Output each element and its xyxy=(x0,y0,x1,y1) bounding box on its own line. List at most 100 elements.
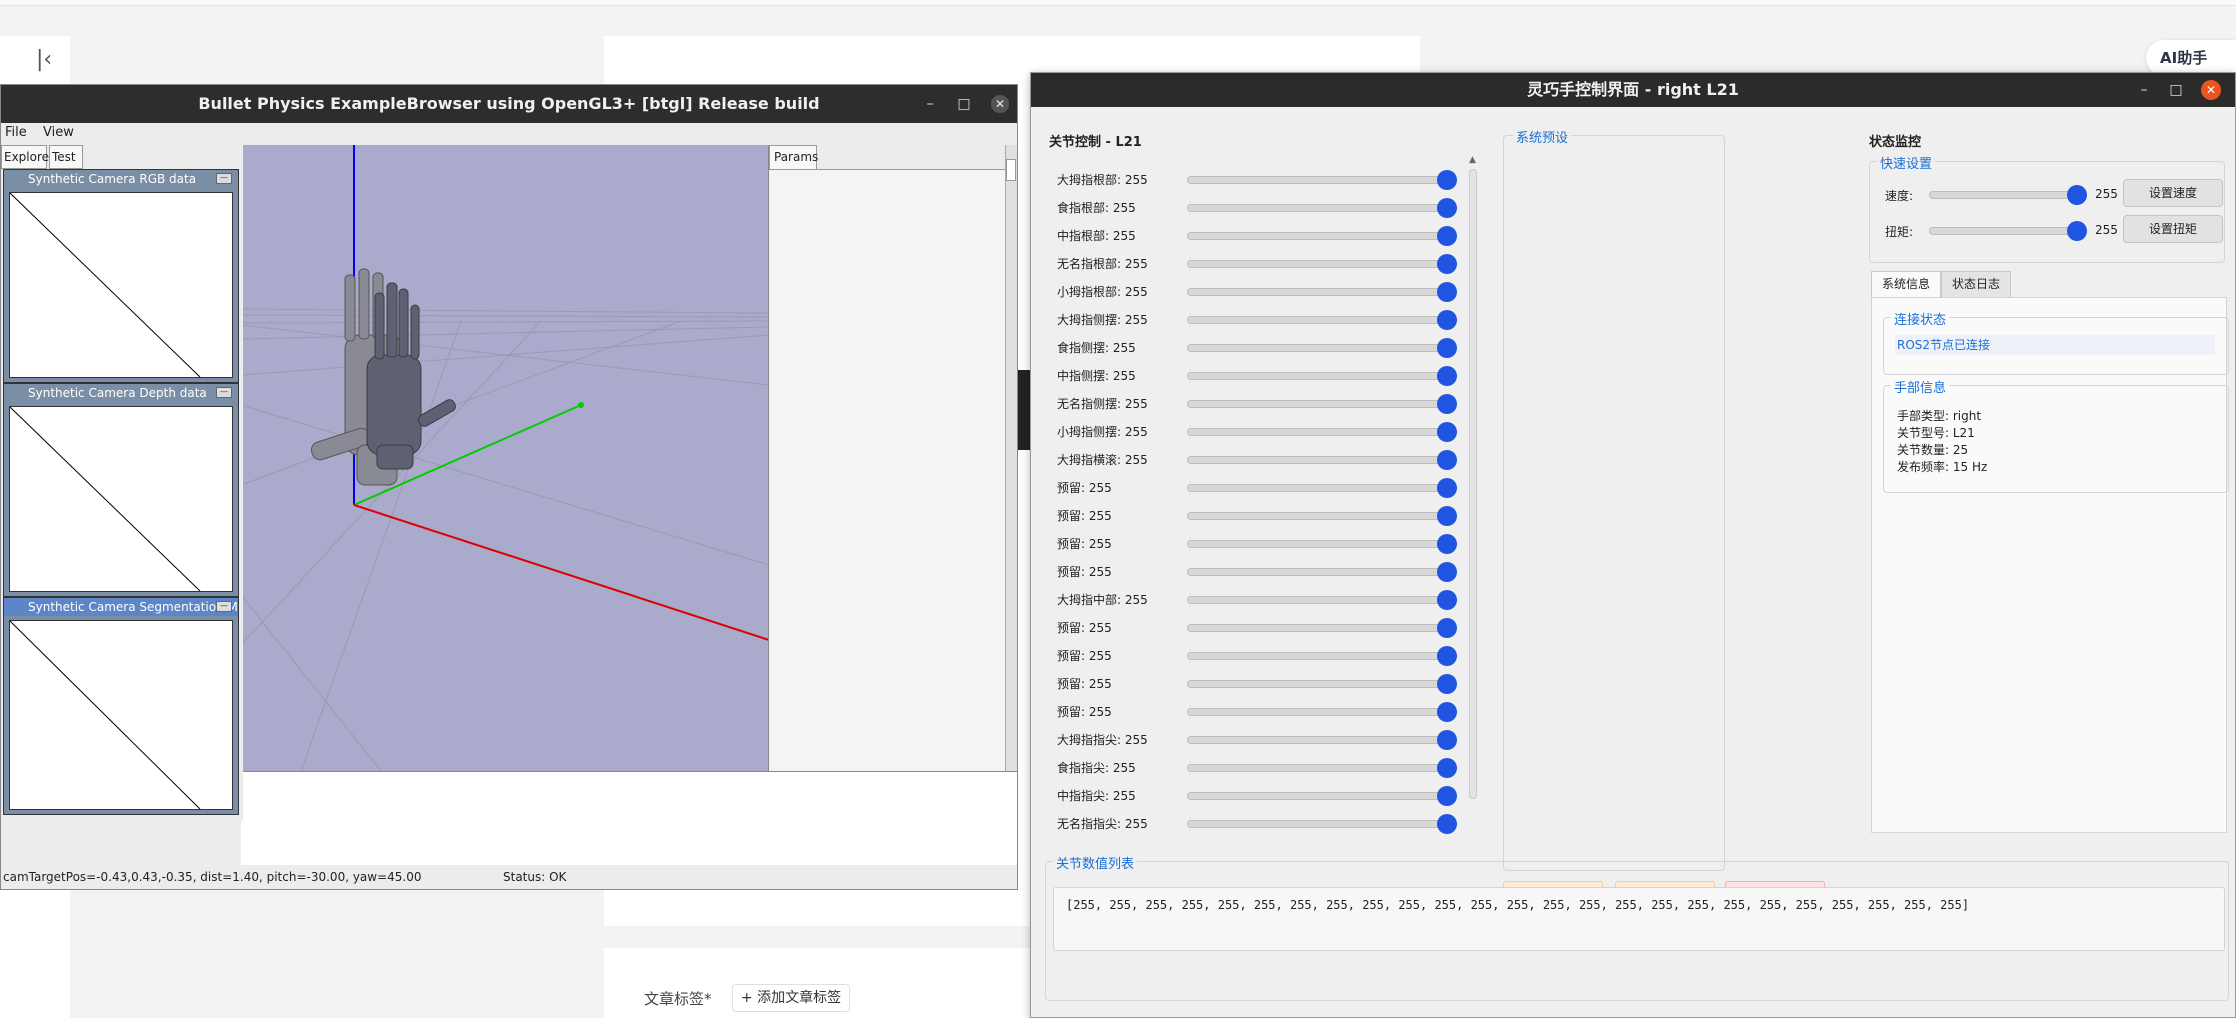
joint-row: 中指指尖: 255 xyxy=(1057,781,1493,809)
collapse-sidebar-icon[interactable]: |‹ xyxy=(36,48,60,72)
joint-label: 预留: 255 xyxy=(1057,705,1112,719)
joint-slider-track[interactable] xyxy=(1187,204,1449,212)
joint-label: 大拇指侧摆: 255 xyxy=(1057,313,1148,327)
joint-slider-track[interactable] xyxy=(1187,484,1449,492)
close-icon[interactable]: ✕ xyxy=(991,95,1009,113)
tab-explorer[interactable]: Explorer xyxy=(1,145,54,169)
ai-assistant-button[interactable]: AI助手 xyxy=(2146,40,2236,76)
joint-slider-handle[interactable] xyxy=(1437,674,1457,694)
speed-label: 速度: xyxy=(1885,189,1914,203)
joint-slider-handle[interactable] xyxy=(1437,590,1457,610)
joint-slider-handle[interactable] xyxy=(1437,254,1457,274)
joint-slider-handle[interactable] xyxy=(1437,786,1457,806)
joint-slider-track[interactable] xyxy=(1187,176,1449,184)
scroll-up-icon[interactable]: ▲ xyxy=(1469,155,1476,165)
3d-viewport[interactable] xyxy=(241,145,769,771)
speed-slider-track[interactable] xyxy=(1929,191,2079,199)
torque-slider-handle[interactable] xyxy=(2067,221,2087,241)
tab-system-info[interactable]: 系统信息 xyxy=(1871,271,1941,297)
joint-slider-track[interactable] xyxy=(1187,680,1449,688)
joint-slider-handle[interactable] xyxy=(1437,478,1457,498)
joint-slider-handle[interactable] xyxy=(1437,758,1457,778)
speed-slider-handle[interactable] xyxy=(2067,185,2087,205)
joint-slider-track[interactable] xyxy=(1187,652,1449,660)
joint-slider-handle[interactable] xyxy=(1437,730,1457,750)
maximize-icon[interactable]: □ xyxy=(955,95,973,113)
joint-slider-track[interactable] xyxy=(1187,344,1449,352)
joint-slider-track[interactable] xyxy=(1187,428,1449,436)
set-torque-button[interactable]: 设置扭矩 xyxy=(2123,215,2223,243)
values-textbox[interactable]: [255, 255, 255, 255, 255, 255, 255, 255,… xyxy=(1053,887,2225,951)
close-icon[interactable]: ✕ xyxy=(2201,80,2221,100)
joint-slider-handle[interactable] xyxy=(1437,422,1457,442)
camera-rgb-minimize-icon[interactable]: — xyxy=(216,173,232,184)
joint-slider-track[interactable] xyxy=(1187,596,1449,604)
presets-title: 系统预设 xyxy=(1513,127,1572,146)
joint-slider-handle[interactable] xyxy=(1437,450,1457,470)
joint-slider-track[interactable] xyxy=(1187,792,1449,800)
menu-view[interactable]: View xyxy=(43,125,74,140)
joint-slider-track[interactable] xyxy=(1187,764,1449,772)
camera-segmentation-minimize-icon[interactable]: — xyxy=(216,601,232,612)
joint-slider-track[interactable] xyxy=(1187,372,1449,380)
set-speed-button[interactable]: 设置速度 xyxy=(2123,179,2223,207)
joint-slider-track[interactable] xyxy=(1187,316,1449,324)
joint-slider-handle[interactable] xyxy=(1437,562,1457,582)
joint-slider-handle[interactable] xyxy=(1437,534,1457,554)
joint-slider-track[interactable] xyxy=(1187,260,1449,268)
tab-status-log[interactable]: 状态日志 xyxy=(1941,271,2011,297)
joint-slider-track[interactable] xyxy=(1187,288,1449,296)
params-tab[interactable]: Params xyxy=(769,145,818,169)
joint-list-scrollbar-thumb[interactable] xyxy=(1469,169,1477,799)
joint-label: 中指指尖: 255 xyxy=(1057,789,1136,803)
joint-slider-handle[interactable] xyxy=(1437,618,1457,638)
joint-slider-handle[interactable] xyxy=(1437,338,1457,358)
joint-slider-track[interactable] xyxy=(1187,232,1449,240)
joint-slider-track[interactable] xyxy=(1187,456,1449,464)
joint-slider-handle[interactable] xyxy=(1437,226,1457,246)
joint-row: 预留: 255 xyxy=(1057,557,1493,585)
camera-segmentation-view xyxy=(9,620,233,810)
joint-slider-track[interactable] xyxy=(1187,568,1449,576)
top-bar xyxy=(0,0,2236,6)
joint-slider-handle[interactable] xyxy=(1437,702,1457,722)
joint-slider-handle[interactable] xyxy=(1437,198,1457,218)
bullet-status-bar: camTargetPos=-0.43,0.43,-0.35, dist=1.40… xyxy=(1,865,1017,889)
joint-slider-track[interactable] xyxy=(1187,400,1449,408)
ai-assistant-label: AI助手 xyxy=(2160,49,2208,67)
torque-slider-track[interactable] xyxy=(1929,227,2079,235)
maximize-icon[interactable]: □ xyxy=(2167,81,2185,99)
params-body xyxy=(769,169,1008,771)
joint-slider-handle[interactable] xyxy=(1437,310,1457,330)
joint-label: 大拇指横滚: 255 xyxy=(1057,453,1148,467)
params-scrollbar[interactable] xyxy=(1005,145,1017,771)
joint-slider-track[interactable] xyxy=(1187,736,1449,744)
joint-row: 中指根部: 255 xyxy=(1057,221,1493,249)
minimize-icon[interactable]: – xyxy=(921,95,939,113)
params-panel: Params xyxy=(768,145,1008,771)
joint-slider-handle[interactable] xyxy=(1437,814,1457,834)
joint-slider-track[interactable] xyxy=(1187,512,1449,520)
camera-depth-title: Synthetic Camera Depth data xyxy=(28,386,207,400)
joint-slider-handle[interactable] xyxy=(1437,170,1457,190)
camera-rgb-view xyxy=(9,192,233,378)
joint-slider-handle[interactable] xyxy=(1437,646,1457,666)
joint-slider-track[interactable] xyxy=(1187,540,1449,548)
joint-slider-track[interactable] xyxy=(1187,708,1449,716)
joint-label: 大拇指中部: 255 xyxy=(1057,593,1148,607)
joint-slider-handle[interactable] xyxy=(1437,282,1457,302)
joint-slider-handle[interactable] xyxy=(1437,366,1457,386)
joint-slider-handle[interactable] xyxy=(1437,394,1457,414)
params-scrollbar-thumb[interactable] xyxy=(1006,159,1016,181)
camera-depth-minimize-icon[interactable]: — xyxy=(216,387,232,398)
tags-label: 文章标签* xyxy=(644,990,712,1008)
joint-slider-track[interactable] xyxy=(1187,624,1449,632)
tab-test[interactable]: Test xyxy=(49,145,83,169)
menu-file[interactable]: File xyxy=(5,125,27,140)
add-tag-button[interactable]: + 添加文章标签 xyxy=(732,984,850,1012)
joint-slider-track[interactable] xyxy=(1187,820,1449,828)
joint-label: 预留: 255 xyxy=(1057,649,1112,663)
joint-slider-handle[interactable] xyxy=(1437,506,1457,526)
minimize-icon[interactable]: – xyxy=(2135,81,2153,99)
camera-segmentation-panel: Synthetic Camera Segmentation Mask — xyxy=(3,597,239,815)
